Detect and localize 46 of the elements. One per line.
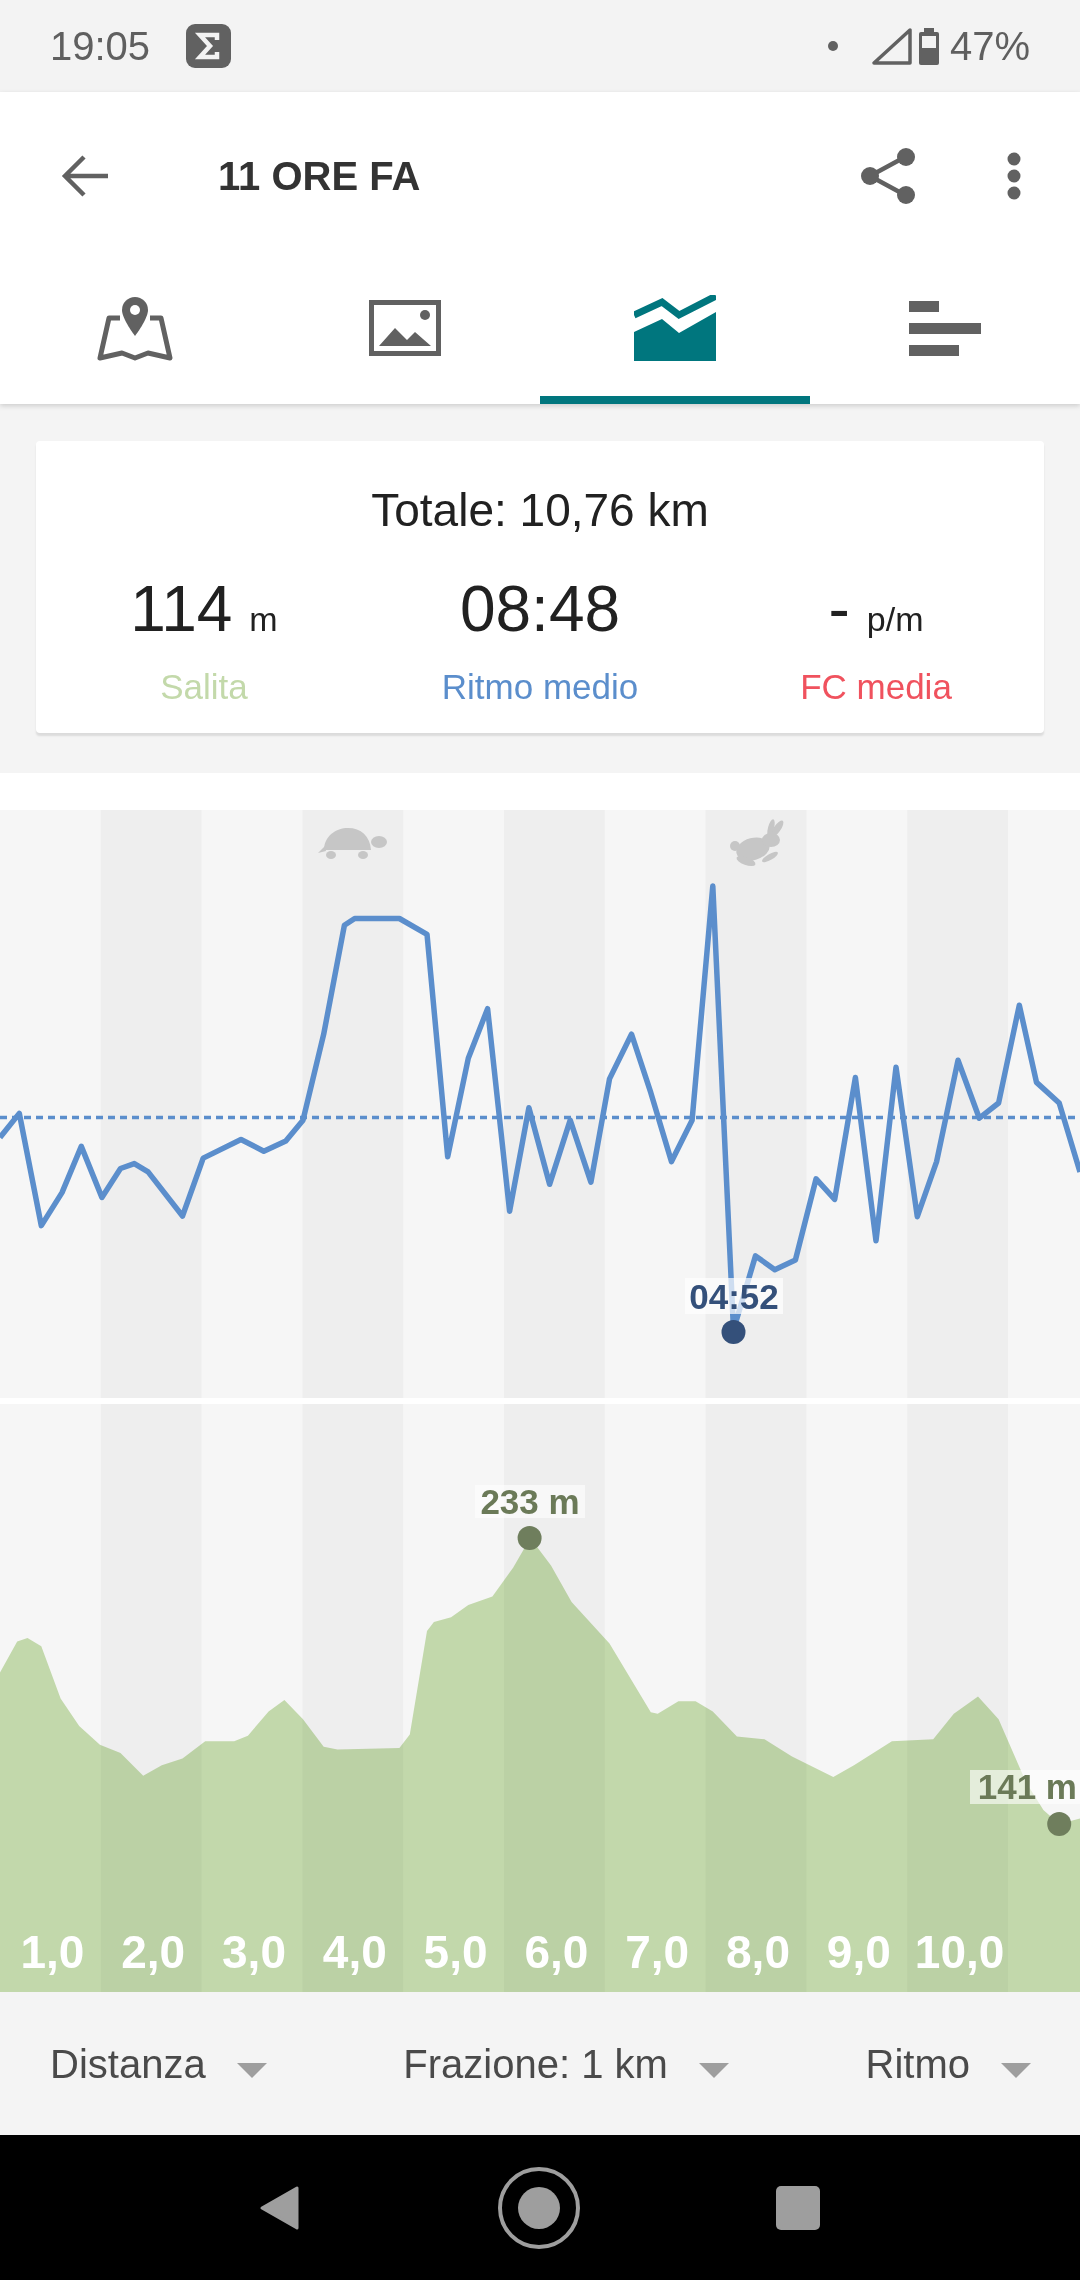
notification-dot-icon <box>827 41 838 51</box>
rabbit-icon <box>730 819 784 867</box>
caret-icon <box>236 2063 267 2078</box>
status-time: 19:05 <box>50 23 151 69</box>
distance-axis-label: 9,0 <box>826 1926 891 1978</box>
total-distance: Totale: 10,76 km <box>371 483 709 537</box>
distance-axis-label: 8,0 <box>726 1926 790 1978</box>
caret-icon <box>698 2063 729 2078</box>
distance-axis-label: 5,0 <box>423 1926 488 1978</box>
battery-icon <box>917 27 940 65</box>
horizontal-bars-icon <box>909 300 981 356</box>
more-options-icon[interactable] <box>1007 152 1021 200</box>
filter-dropdown[interactable]: Ritmo <box>865 2039 1031 2088</box>
filter-dropdown[interactable]: Distanza <box>50 2039 267 2088</box>
distance-axis-label: 2,0 <box>121 1926 186 1978</box>
signal-icon <box>870 27 912 65</box>
distance-axis-label: 3,0 <box>222 1926 286 1978</box>
max-elevation-marker <box>517 1526 542 1551</box>
stat-value: - <box>828 573 850 645</box>
caret-icon <box>1001 2063 1031 2078</box>
distance-axis-label: 6,0 <box>524 1926 589 1978</box>
turtle-icon <box>318 828 387 859</box>
recents-icon[interactable] <box>776 2185 820 2230</box>
distance-axis-label: 4,0 <box>322 1926 387 1978</box>
battery-percentage: 47% <box>949 23 1030 69</box>
back-icon[interactable] <box>258 2184 300 2231</box>
min-pace-label: 04:52 <box>685 1277 783 1316</box>
distance-axis-label: 7,0 <box>625 1926 690 1978</box>
stat-label: FC media <box>800 666 952 708</box>
min-pace-marker <box>721 1320 746 1344</box>
area-chart-icon <box>634 295 716 361</box>
stat-value: 114 <box>130 573 233 645</box>
image-icon <box>369 300 441 356</box>
distance-axis-label: 1,0 <box>20 1926 85 1978</box>
stat-unit: p/m <box>866 599 924 639</box>
filter-dropdown[interactable]: Frazione: 1 km <box>403 2039 729 2088</box>
stat-unit: m <box>249 599 278 639</box>
sigma-icon <box>186 24 232 68</box>
end-elevation-marker <box>1047 1811 1072 1836</box>
page-title: 11 ORE FA <box>218 153 421 199</box>
share-icon[interactable] <box>860 147 916 205</box>
stat-label: Salita <box>160 666 248 708</box>
distance-axis-label: 10,0 <box>914 1926 1005 1978</box>
home-icon[interactable] <box>498 2166 580 2249</box>
stat-value: 08:48 <box>459 573 621 645</box>
stat-label: Ritmo medio <box>441 666 639 708</box>
